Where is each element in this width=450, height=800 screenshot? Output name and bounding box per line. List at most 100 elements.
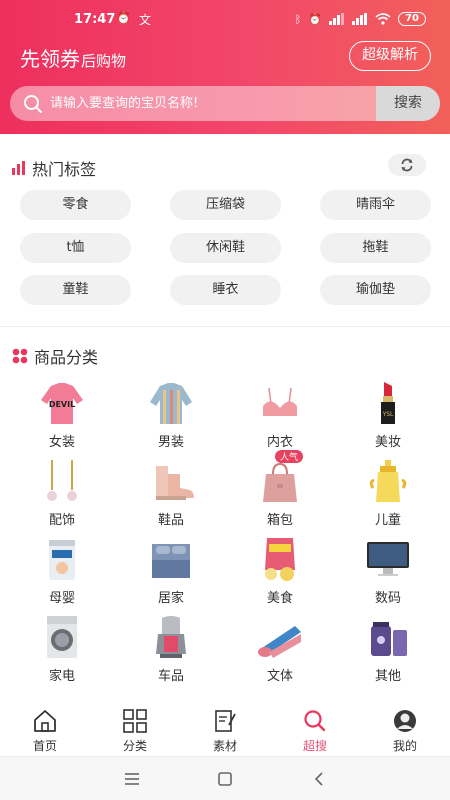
sweater-pink-icon: DEVIL <box>41 383 83 424</box>
bluetooth-icon: ᛒ <box>294 12 302 26</box>
category-label: 数码 <box>374 591 401 606</box>
category-label: 其他 <box>374 669 401 684</box>
system-nav-bar <box>0 756 450 800</box>
brand-main: 先领券 <box>20 47 80 71</box>
category-women[interactable]: DEVIL 女装 <box>6 378 118 456</box>
tag-item[interactable]: 晴雨伞 <box>320 190 431 220</box>
nav-super-search[interactable]: 超搜 <box>270 708 360 754</box>
home-square-icon[interactable] <box>215 769 235 789</box>
nav-home[interactable]: 首页 <box>0 708 90 754</box>
battery-indicator: 70 <box>398 12 426 26</box>
hot-tags-title: 热门标签 <box>12 156 96 180</box>
nav-profile[interactable]: 我的 <box>360 708 450 754</box>
category-accessories[interactable]: 配饰 <box>6 456 118 534</box>
category-label: 文体 <box>266 669 293 684</box>
sweater-striped-icon <box>150 383 192 424</box>
svg-text:DEVIL: DEVIL <box>49 400 75 409</box>
category-bags[interactable]: 人气 箱包 <box>224 450 336 534</box>
tag-item[interactable]: 睡衣 <box>170 275 281 305</box>
bedding-icon <box>152 544 190 578</box>
yoga-mat-icon <box>258 626 301 658</box>
tag-item[interactable]: 拖鞋 <box>320 233 431 263</box>
brand-title: 先领券 后购物 <box>20 43 126 72</box>
baby-bottle-icon <box>369 460 407 502</box>
category-label: 居家 <box>157 591 184 606</box>
grid-icon <box>123 709 147 733</box>
search-input[interactable] <box>50 86 370 121</box>
header: 17:47 ⏰ 文 ᛒ ⏰ 70 先领券 后购物 超级解析 搜索 <box>0 0 450 134</box>
category-label: 鞋品 <box>157 513 184 528</box>
tag-item[interactable]: 零食 <box>20 190 131 220</box>
tag-item[interactable]: 童鞋 <box>20 275 131 305</box>
category-underwear[interactable]: 内衣 <box>224 378 336 456</box>
category-men[interactable]: 男装 <box>115 378 227 456</box>
status-left-icons: ⏰ 文 <box>116 11 151 28</box>
nav-material[interactable]: 素材 <box>180 708 270 754</box>
formula-can-icon <box>49 540 75 580</box>
svg-text:YSL: YSL <box>382 411 394 418</box>
nav-label: 素材 <box>212 739 237 753</box>
tag-item[interactable]: 压缩袋 <box>170 190 281 220</box>
category-label: 车品 <box>157 669 184 684</box>
categories-title-text: 商品分类 <box>34 348 99 367</box>
search-icon <box>304 710 326 732</box>
signal-icon-2 <box>352 13 368 25</box>
nav-category[interactable]: 分类 <box>90 708 180 754</box>
category-label: 女装 <box>48 435 75 450</box>
bottom-nav: 首页 分类 素材 超搜 我的 <box>0 700 450 756</box>
category-other[interactable]: 其他 <box>332 612 444 690</box>
tag-item[interactable]: 休闲鞋 <box>170 233 281 263</box>
search-icon <box>24 95 42 113</box>
popular-badge: 人气 <box>275 450 304 463</box>
menu-icon[interactable] <box>122 769 142 789</box>
category-kids[interactable]: 儿童 <box>332 456 444 534</box>
hot-tags-title-text: 热门标签 <box>32 160 97 179</box>
category-digital[interactable]: 数码 <box>332 534 444 612</box>
categories-title: 商品分类 <box>12 344 98 368</box>
category-appliances[interactable]: 家电 <box>6 612 118 690</box>
wifi-icon <box>375 13 391 25</box>
category-sports[interactable]: 文体 <box>224 612 336 690</box>
status-time: 17:47 <box>74 12 116 27</box>
category-label: 美食 <box>266 591 293 606</box>
nav-label: 我的 <box>392 739 417 753</box>
refresh-icon <box>401 158 413 172</box>
search-button[interactable]: 搜索 <box>376 86 440 121</box>
washing-machine-icon <box>47 616 77 658</box>
category-label: 家电 <box>48 669 75 684</box>
status-bar: 17:47 ⏰ 文 ᛒ ⏰ 70 <box>0 0 450 38</box>
category-maternity[interactable]: 母婴 <box>6 534 118 612</box>
section-divider <box>0 326 450 327</box>
category-label: 美妆 <box>374 435 401 450</box>
app-notification-icon: 文 <box>138 13 151 27</box>
category-beauty[interactable]: YSL 美妆 <box>332 378 444 456</box>
brand-sub: 后购物 <box>81 52 127 70</box>
tag-item[interactable]: t恤 <box>20 233 131 263</box>
nav-label: 首页 <box>32 739 57 753</box>
lipstick-icon: YSL <box>381 382 395 424</box>
user-icon <box>394 710 416 732</box>
category-label: 配饰 <box>48 513 75 528</box>
category-auto[interactable]: 车品 <box>115 612 227 690</box>
category-label: 母婴 <box>48 591 75 606</box>
category-home[interactable]: 居家 <box>115 534 227 612</box>
search-bar: 搜索 <box>10 86 440 121</box>
tag-item[interactable]: 瑜伽垫 <box>320 275 431 305</box>
nav-label: 超搜 <box>302 739 327 753</box>
bar-chart-icon <box>12 161 25 175</box>
super-analysis-button[interactable]: 超级解析 <box>349 41 431 71</box>
bra-icon <box>263 387 297 416</box>
category-label: 内衣 <box>266 435 293 450</box>
category-shoes[interactable]: 鞋品 <box>115 456 227 534</box>
category-food[interactable]: 美食 <box>224 534 336 612</box>
earrings-icon <box>47 460 77 501</box>
boots-icon <box>156 466 194 500</box>
handbag-icon <box>263 462 297 502</box>
alarm-icon: ⏰ <box>116 11 131 25</box>
snack-icon <box>265 538 295 581</box>
four-dots-icon <box>12 348 28 364</box>
nav-label: 分类 <box>122 739 147 753</box>
refresh-tags-button[interactable] <box>388 154 426 176</box>
back-icon[interactable] <box>309 769 329 789</box>
category-label: 箱包 <box>266 513 293 528</box>
